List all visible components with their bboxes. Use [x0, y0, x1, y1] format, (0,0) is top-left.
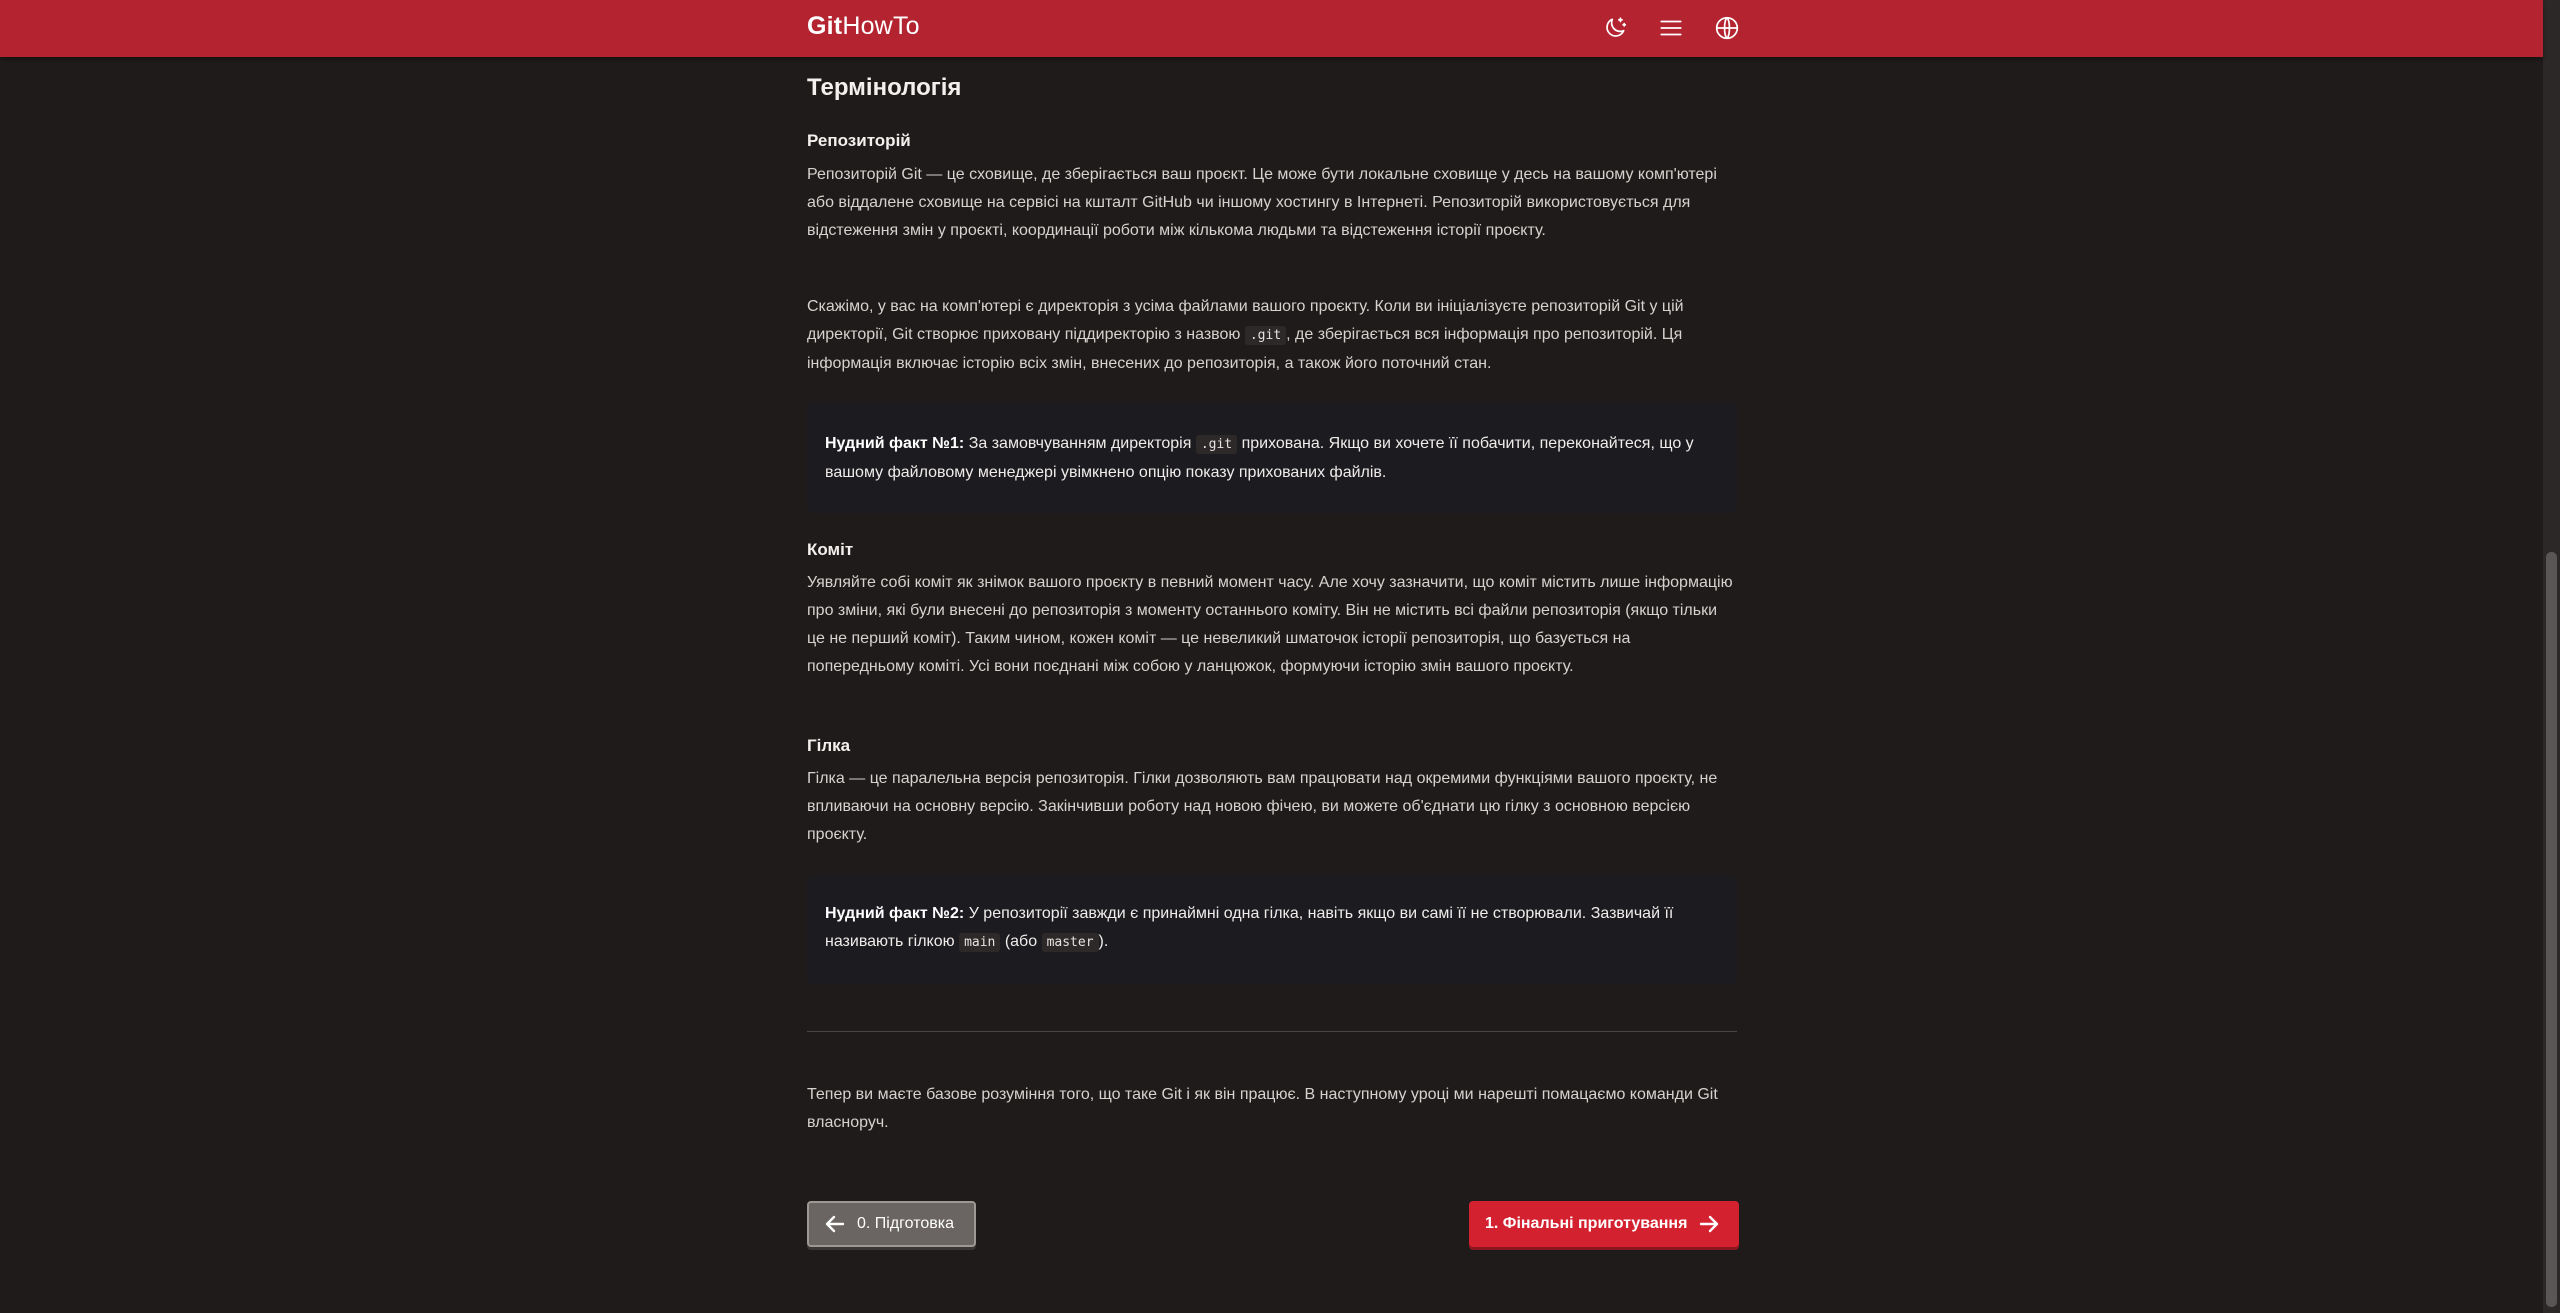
fun-fact-text-1: Нудний факт №1: За замовчуванням директо…: [825, 430, 1725, 487]
scrollbar-thumb[interactable]: [2546, 552, 2557, 1307]
previous-lesson-label: 0. Підготовка: [857, 1215, 955, 1232]
inline-code: .git: [1195, 435, 1238, 454]
text-span: ).: [1098, 933, 1109, 950]
text-span: (або: [1000, 933, 1042, 950]
inline-code: main: [959, 933, 1001, 952]
previous-lesson-button[interactable]: 0. Підготовка: [807, 1201, 976, 1247]
commit-paragraph: Уявляйте собі коміт як знімок вашого про…: [807, 574, 1733, 675]
section-divider: [807, 1031, 1737, 1032]
fun-fact-callout-1: Нудний факт №1: За замовчуванням директо…: [807, 403, 1737, 513]
commit-heading: Коміт: [807, 540, 854, 559]
conclusion-paragraph: Тепер ви маєте базове розуміння того, що…: [807, 1086, 1718, 1131]
next-lesson-button[interactable]: 1. Фінальні приготування: [1469, 1201, 1739, 1247]
inline-code: master: [1041, 933, 1099, 952]
repository-heading: Репозиторій: [807, 131, 911, 150]
branch-heading: Гілка: [807, 736, 851, 755]
language-icon[interactable]: [1712, 13, 1742, 43]
next-lesson-label: 1. Фінальні приготування: [1485, 1215, 1688, 1232]
text-span: За замовчуванням директорія: [964, 435, 1196, 452]
fun-fact-label: Нудний факт №2:: [825, 905, 965, 922]
inline-code: .git: [1244, 326, 1287, 345]
repository-paragraph-1: Репозиторій Git — це сховище, де зберіга…: [807, 166, 1717, 239]
fun-fact-callout-2: Нудний факт №2: У репозиторії завжди є п…: [807, 876, 1737, 984]
branch-paragraph: Гілка — це паралельна версія репозиторія…: [807, 770, 1718, 843]
menu-icon[interactable]: [1656, 13, 1686, 43]
fun-fact-text-2: Нудний факт №2: У репозиторії завжди є п…: [825, 900, 1725, 957]
arrow-right-icon: [1700, 1215, 1719, 1233]
top-navigation-bar: GitHowTo: [0, 0, 2543, 57]
section-title: Термінологія: [807, 74, 962, 101]
arrow-left-icon: [825, 1215, 845, 1233]
logo-bold-part: Git: [807, 12, 843, 40]
theme-toggle-icon[interactable]: [1600, 13, 1630, 43]
fun-fact-label: Нудний факт №1:: [825, 435, 965, 452]
site-logo[interactable]: GitHowTo: [807, 12, 920, 41]
logo-light-part: HowTo: [842, 12, 920, 40]
repository-paragraph-2: Скажімо, у вас на комп'ютері є директорі…: [807, 293, 1737, 378]
